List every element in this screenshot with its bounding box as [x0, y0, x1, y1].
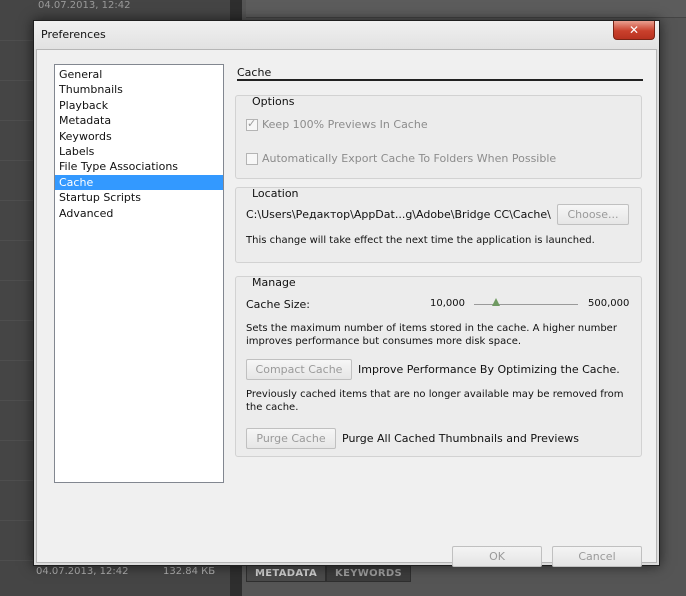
panel-title: Cache — [237, 66, 272, 79]
slider-min-label: 10,000 — [430, 298, 465, 309]
category-list[interactable]: General Thumbnails Playback Metadata Key… — [54, 64, 224, 483]
category-file-type-associations[interactable]: File Type Associations — [55, 159, 223, 174]
purge-cache-description: Purge All Cached Thumbnails and Previews — [342, 432, 579, 445]
cancel-button[interactable]: Cancel — [552, 546, 642, 567]
background-panel-tabs: METADATA KEYWORDS — [246, 564, 411, 582]
auto-export-row: Automatically Export Cache To Folders Wh… — [246, 152, 556, 165]
category-metadata[interactable]: Metadata — [55, 113, 223, 128]
tab-metadata[interactable]: METADATA — [246, 564, 327, 582]
background-file-size: 132.84 КБ — [163, 566, 216, 577]
compact-cache-note: Previously cached items that are no long… — [246, 389, 624, 413]
category-cache[interactable]: Cache — [55, 174, 223, 191]
category-labels[interactable]: Labels — [55, 144, 223, 159]
category-startup-scripts[interactable]: Startup Scripts — [55, 190, 223, 205]
location-group: Location C:\Users\Редактор\AppDat...g\Ad… — [235, 187, 642, 263]
preferences-dialog: Preferences ✕ General Thumbnails Playbac… — [33, 20, 660, 567]
keep-previews-checkbox[interactable] — [246, 117, 258, 131]
background-top-date: 04.07.2013, 12:42 — [38, 0, 131, 11]
compact-cache-description: Improve Performance By Optimizing the Ca… — [358, 363, 620, 376]
dialog-titlebar[interactable]: Preferences ✕ — [34, 21, 659, 49]
options-group-title: Options — [252, 95, 295, 108]
auto-export-label: Automatically Export Cache To Folders Wh… — [262, 152, 557, 165]
close-icon: ✕ — [628, 23, 640, 37]
choose-button[interactable]: Choose... — [557, 204, 629, 225]
location-note: This change will take effect the next ti… — [246, 235, 595, 246]
close-button[interactable]: ✕ — [613, 21, 655, 40]
category-advanced[interactable]: Advanced — [55, 206, 223, 221]
panel-title-divider — [237, 79, 643, 81]
cache-size-slider[interactable] — [474, 304, 578, 305]
cache-location-path: C:\Users\Редактор\AppDat...g\Adobe\Bridg… — [246, 208, 551, 221]
manage-group: Manage Cache Size: 10,000 500,000 Sets t… — [235, 276, 642, 457]
dialog-body: General Thumbnails Playback Metadata Key… — [36, 49, 657, 567]
cache-size-note: Sets the maximum number of items stored … — [246, 323, 617, 347]
slider-thumb[interactable] — [491, 298, 500, 307]
tab-keywords[interactable]: KEYWORDS — [326, 564, 411, 582]
category-playback[interactable]: Playback — [55, 98, 223, 113]
purge-cache-button[interactable]: Purge Cache — [246, 428, 336, 449]
location-group-title: Location — [252, 187, 299, 200]
manage-group-title: Manage — [252, 276, 296, 289]
category-thumbnails[interactable]: Thumbnails — [55, 82, 223, 97]
compact-cache-button[interactable]: Compact Cache — [246, 359, 352, 380]
keep-previews-label: Keep 100% Previews In Cache — [262, 118, 428, 131]
keep-previews-row: Keep 100% Previews In Cache — [246, 117, 428, 131]
background-file-date: 04.07.2013, 12:42 — [36, 566, 129, 577]
background-panel-header — [246, 0, 686, 18]
dialog-title: Preferences — [41, 28, 106, 41]
auto-export-checkbox[interactable] — [246, 152, 258, 165]
category-general[interactable]: General — [55, 67, 223, 82]
cache-size-label: Cache Size: — [246, 298, 310, 311]
category-keywords[interactable]: Keywords — [55, 129, 223, 144]
ok-button[interactable]: OK — [452, 546, 542, 567]
slider-max-label: 500,000 — [588, 298, 630, 309]
options-group: Options Keep 100% Previews In Cache Auto… — [235, 95, 642, 179]
